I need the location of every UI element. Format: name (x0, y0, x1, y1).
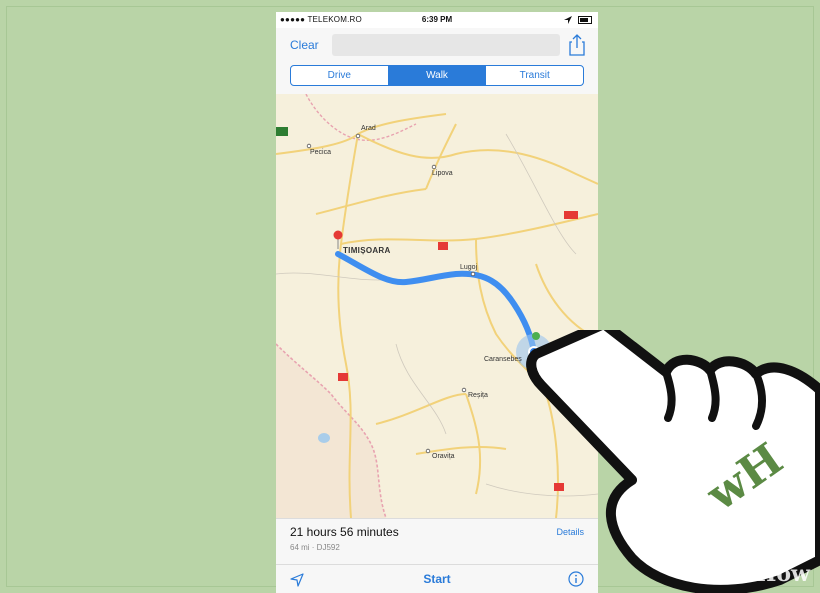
place-label-city: TIMIȘOARA (343, 246, 391, 255)
route-search-field[interactable] (332, 34, 560, 56)
share-icon[interactable] (568, 34, 586, 56)
clock: 6:39 PM (421, 15, 453, 24)
place-label: Pecica (310, 149, 332, 156)
place-label: Arad (361, 125, 376, 132)
pointing-hand-icon: wH (526, 330, 820, 593)
watermark-how: How (755, 561, 810, 587)
route-duration: 21 hours 56 minutes (290, 525, 399, 539)
tab-transit[interactable]: Transit (486, 66, 583, 85)
route-distance: 64 mi · DJ592 (290, 543, 340, 552)
place-label: Oravița (432, 453, 455, 460)
clear-button[interactable]: Clear (290, 38, 319, 52)
tab-walk[interactable]: Walk (388, 66, 487, 85)
place-label: Lipova (432, 170, 453, 177)
place-label: Reșița (468, 392, 488, 399)
location-arrow-icon (563, 15, 572, 24)
wikihow-watermark: wikiHow (705, 561, 810, 587)
tab-drive[interactable]: Drive (291, 66, 389, 85)
battery-icon (563, 15, 592, 24)
place-label: Lugoj (460, 264, 478, 271)
place-label: Caransebeș (484, 356, 522, 363)
watermark-wiki: wiki (704, 561, 756, 587)
status-bar: ●●●●● TELEKOM.RO 6:39 PM (276, 12, 598, 28)
transport-mode-selector: Drive Walk Transit (290, 65, 584, 86)
